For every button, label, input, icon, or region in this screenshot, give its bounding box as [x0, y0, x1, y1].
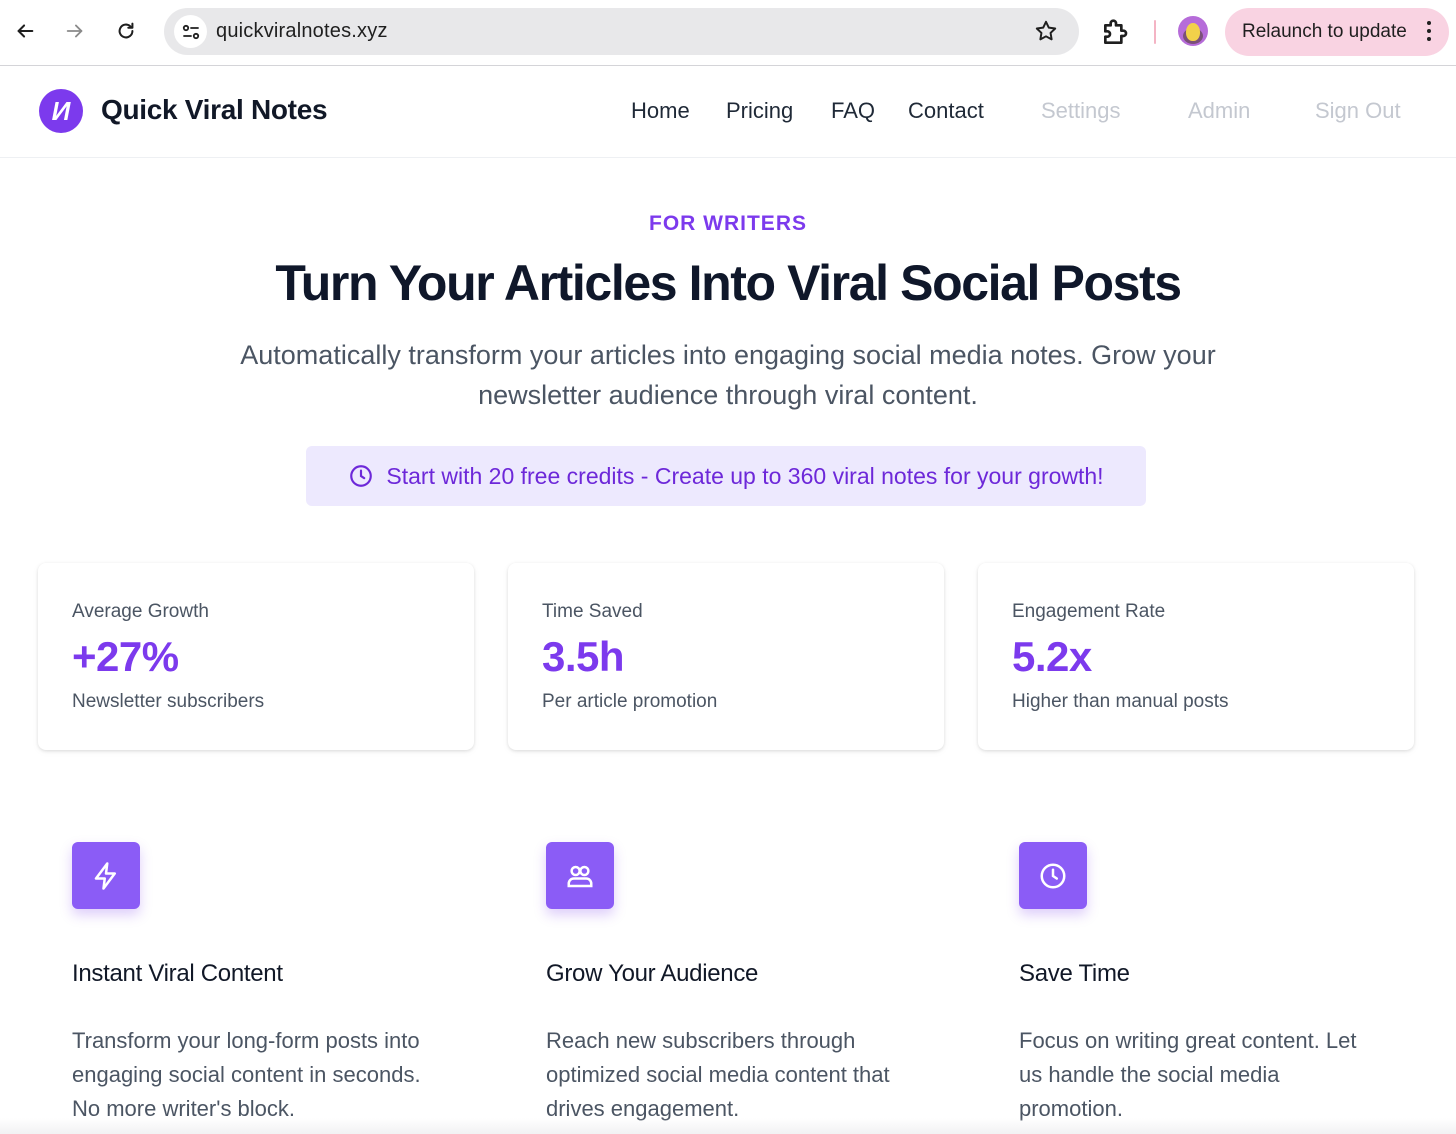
stat-description: Higher than manual posts: [1012, 691, 1229, 712]
nav-settings[interactable]: Settings: [1041, 98, 1121, 124]
feature-grow-your-audience: Grow Your Audience Reach new subscribers…: [546, 842, 946, 1134]
site-header: И Quick Viral Notes Home Pricing FAQ Con…: [0, 66, 1456, 158]
stat-value: +27%: [72, 633, 179, 680]
relaunch-button[interactable]: Relaunch to update: [1225, 8, 1449, 56]
stat-description: Per article promotion: [542, 691, 718, 712]
stat-description: Newsletter subscribers: [72, 691, 265, 712]
free-credits-banner: Start with 20 free credits - Create up t…: [306, 446, 1146, 506]
stat-value: 5.2x: [1012, 633, 1092, 680]
stat-card: Time Saved 3.5h Per article promotion: [508, 563, 944, 750]
nav-admin[interactable]: Admin: [1188, 98, 1250, 124]
clock-icon: [350, 465, 373, 487]
stat-value: 3.5h: [542, 633, 625, 680]
feature-save-time: Save Time Focus on writing great content…: [1019, 842, 1419, 1134]
page-bottom-fade: [0, 1118, 1456, 1134]
extensions-puzzle-icon[interactable]: [1100, 16, 1132, 48]
users-group-icon: [546, 842, 614, 909]
feature-title: Grow Your Audience: [546, 960, 759, 987]
clock-icon: [1019, 842, 1087, 909]
kebab-menu-icon[interactable]: [1427, 21, 1431, 43]
reload-icon[interactable]: [109, 14, 143, 48]
bookmark-star-icon[interactable]: [1033, 18, 1059, 44]
stat-label: Engagement Rate: [1012, 601, 1166, 622]
nav-home[interactable]: Home: [631, 98, 690, 124]
feature-title: Save Time: [1019, 960, 1130, 987]
brand-name[interactable]: Quick Viral Notes: [101, 94, 328, 126]
stat-card: Average Growth +27% Newsletter subscribe…: [38, 563, 474, 750]
hero-eyebrow: FOR WRITERS: [649, 212, 807, 235]
site-settings-icon[interactable]: [174, 15, 207, 48]
relaunch-label: Relaunch to update: [1242, 21, 1407, 42]
hero-title: Turn Your Articles Into Viral Social Pos…: [275, 255, 1182, 311]
hero-subtitle: Automatically transform your articles in…: [240, 340, 1216, 410]
forward-arrow-icon[interactable]: [58, 14, 92, 48]
logo-icon[interactable]: И: [39, 89, 83, 133]
nav-pricing[interactable]: Pricing: [726, 98, 793, 124]
stat-label: Time Saved: [542, 601, 643, 622]
feature-title: Instant Viral Content: [72, 960, 283, 987]
stat-label: Average Growth: [72, 601, 209, 622]
url-text[interactable]: quickviralnotes.xyz: [216, 20, 388, 43]
browser-toolbar: quickviralnotes.xyz Relaunch to update: [0, 0, 1456, 66]
nav-sign-out[interactable]: Sign Out: [1315, 98, 1401, 124]
address-bar[interactable]: quickviralnotes.xyz: [164, 8, 1079, 55]
profile-avatar[interactable]: [1178, 16, 1208, 46]
nav-faq[interactable]: FAQ: [831, 98, 875, 124]
stat-card: Engagement Rate 5.2x Higher than manual …: [978, 563, 1414, 750]
feature-description: Focus on writing great content. Let us h…: [1019, 1028, 1357, 1121]
lightning-bolt-icon: [72, 842, 140, 909]
feature-description: Reach new subscribers through optimized …: [546, 1028, 890, 1121]
toolbar-divider: [1154, 20, 1156, 44]
nav-contact[interactable]: Contact: [908, 98, 984, 124]
feature-instant-viral-content: Instant Viral Content Transform your lon…: [72, 842, 472, 1134]
feature-description: Transform your long-form posts into enga…: [72, 1028, 421, 1121]
credits-text: Start with 20 free credits - Create up t…: [386, 462, 1104, 489]
back-arrow-icon[interactable]: [8, 14, 42, 48]
